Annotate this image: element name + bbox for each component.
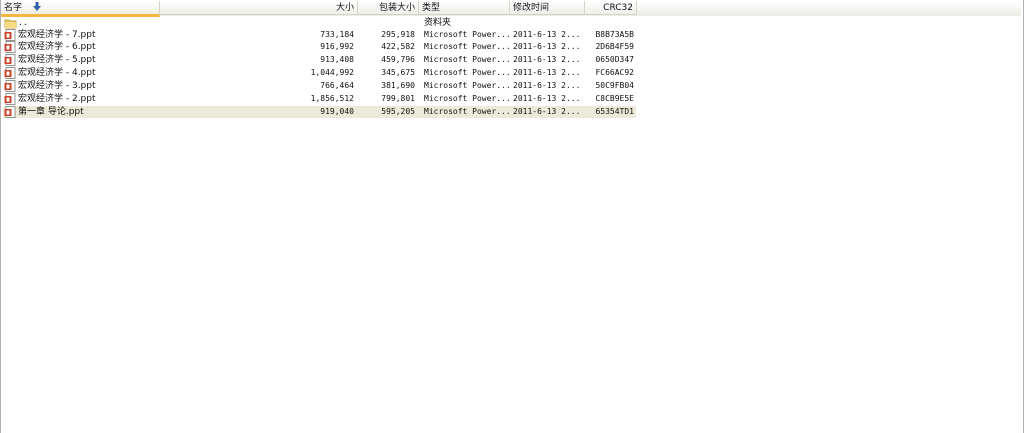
file-size: 1,044,992 bbox=[310, 68, 354, 77]
ppt-file-icon bbox=[4, 80, 16, 92]
file-size: 916,992 bbox=[320, 42, 354, 51]
file-name: 宏观经济学 - 4.ppt bbox=[18, 68, 96, 78]
file-modified: 2011-6-13 2... bbox=[513, 30, 581, 39]
file-crc32: 50C9FB04 bbox=[595, 81, 634, 90]
file-name: 宏观经济学 - 5.ppt bbox=[18, 55, 96, 65]
file-packed-size: 595,205 bbox=[381, 107, 415, 116]
parent-folder-name: .. bbox=[18, 18, 28, 27]
file-row[interactable]: 宏观经济学 - 6.ppt 916,992 422,582 Microsoft … bbox=[3, 41, 636, 53]
file-name: 宏观经济学 - 3.ppt bbox=[18, 81, 96, 91]
file-type: Microsoft Power... bbox=[424, 81, 511, 90]
parent-folder-type: 资料夹 bbox=[424, 18, 452, 28]
parent-folder-row[interactable]: .. 资料夹 bbox=[3, 17, 636, 29]
file-crc32: 2D6B4F59 bbox=[595, 42, 634, 51]
file-packed-size: 422,582 bbox=[381, 42, 415, 51]
file-row[interactable]: 宏观经济学 - 4.ppt 1,044,992 345,675 Microsof… bbox=[3, 67, 636, 79]
column-name-label: 名字 bbox=[4, 3, 23, 13]
file-name: 宏观经济学 - 2.ppt bbox=[18, 94, 96, 104]
file-crc32: FC66AC92 bbox=[595, 68, 634, 77]
file-packed-size: 459,796 bbox=[381, 55, 415, 64]
file-row[interactable]: 宏观经济学 - 7.ppt 733,184 295,918 Microsoft … bbox=[3, 29, 636, 41]
ppt-file-icon bbox=[4, 67, 16, 79]
ppt-file-icon bbox=[4, 29, 16, 41]
file-type: Microsoft Power... bbox=[424, 55, 511, 64]
ppt-file-icon bbox=[4, 54, 16, 66]
file-size: 733,184 bbox=[320, 30, 354, 39]
file-type: Microsoft Power... bbox=[424, 94, 511, 103]
file-size: 913,408 bbox=[320, 55, 354, 64]
column-modified-label: 修改时间 bbox=[513, 3, 550, 13]
folder-icon bbox=[4, 19, 17, 29]
column-header-name[interactable]: 名字 bbox=[1, 1, 160, 17]
file-packed-size: 381,690 bbox=[381, 81, 415, 90]
column-packed-label: 包装大小 bbox=[378, 3, 415, 13]
column-header-bar: 名字 大小 包装大小 类型 修改时间 CRC32 bbox=[1, 1, 1021, 17]
column-header-packed-size[interactable]: 包装大小 bbox=[358, 1, 419, 15]
column-header-modified[interactable]: 修改时间 bbox=[510, 1, 585, 15]
column-header-type[interactable]: 类型 bbox=[419, 1, 510, 15]
column-header-size[interactable]: 大小 bbox=[160, 1, 358, 15]
file-modified: 2011-6-13 2... bbox=[513, 94, 581, 103]
file-packed-size: 799,801 bbox=[381, 94, 415, 103]
file-type: Microsoft Power... bbox=[424, 68, 511, 77]
file-modified: 2011-6-13 2... bbox=[513, 81, 581, 90]
file-row[interactable]: 宏观经济学 - 2.ppt 1,856,512 799,801 Microsof… bbox=[3, 93, 636, 105]
file-crc32: 65354TD1 bbox=[595, 107, 634, 116]
file-size: 766,464 bbox=[320, 81, 354, 90]
file-type: Microsoft Power... bbox=[424, 42, 511, 51]
file-row[interactable]: 宏观经济学 - 5.ppt 913,408 459,796 Microsoft … bbox=[3, 54, 636, 66]
file-type: Microsoft Power... bbox=[424, 30, 511, 39]
column-size-label: 大小 bbox=[335, 3, 354, 13]
file-row-selected[interactable]: 第一章 导论.ppt 919,040 595,205 Microsoft Pow… bbox=[3, 106, 636, 118]
file-size: 1,856,512 bbox=[310, 94, 354, 103]
file-size: 919,040 bbox=[320, 107, 354, 116]
file-type: Microsoft Power... bbox=[424, 107, 511, 116]
file-crc32: C8CB9E5E bbox=[595, 94, 634, 103]
file-name: 宏观经济学 - 6.ppt bbox=[18, 42, 96, 52]
file-modified: 2011-6-13 2... bbox=[513, 55, 581, 64]
file-modified: 2011-6-13 2... bbox=[513, 107, 581, 116]
file-row[interactable]: 宏观经济学 - 3.ppt 766,464 381,690 Microsoft … bbox=[3, 80, 636, 92]
file-name: 第一章 导论.ppt bbox=[18, 107, 84, 117]
file-modified: 2011-6-13 2... bbox=[513, 68, 581, 77]
file-crc32: 0650D347 bbox=[595, 55, 634, 64]
file-packed-size: 295,918 bbox=[381, 30, 415, 39]
column-crc-label: CRC32 bbox=[603, 3, 633, 13]
column-type-label: 类型 bbox=[422, 3, 441, 13]
file-crc32: B8B73A5B bbox=[595, 30, 634, 39]
ppt-file-icon bbox=[4, 41, 16, 53]
file-name: 宏观经济学 - 7.ppt bbox=[18, 30, 96, 40]
file-modified: 2011-6-13 2... bbox=[513, 42, 581, 51]
ppt-file-icon bbox=[4, 93, 16, 105]
sort-descending-icon bbox=[32, 2, 41, 11]
ppt-file-icon bbox=[4, 106, 16, 118]
column-header-crc32[interactable]: CRC32 bbox=[585, 1, 637, 15]
file-packed-size: 345,675 bbox=[381, 68, 415, 77]
